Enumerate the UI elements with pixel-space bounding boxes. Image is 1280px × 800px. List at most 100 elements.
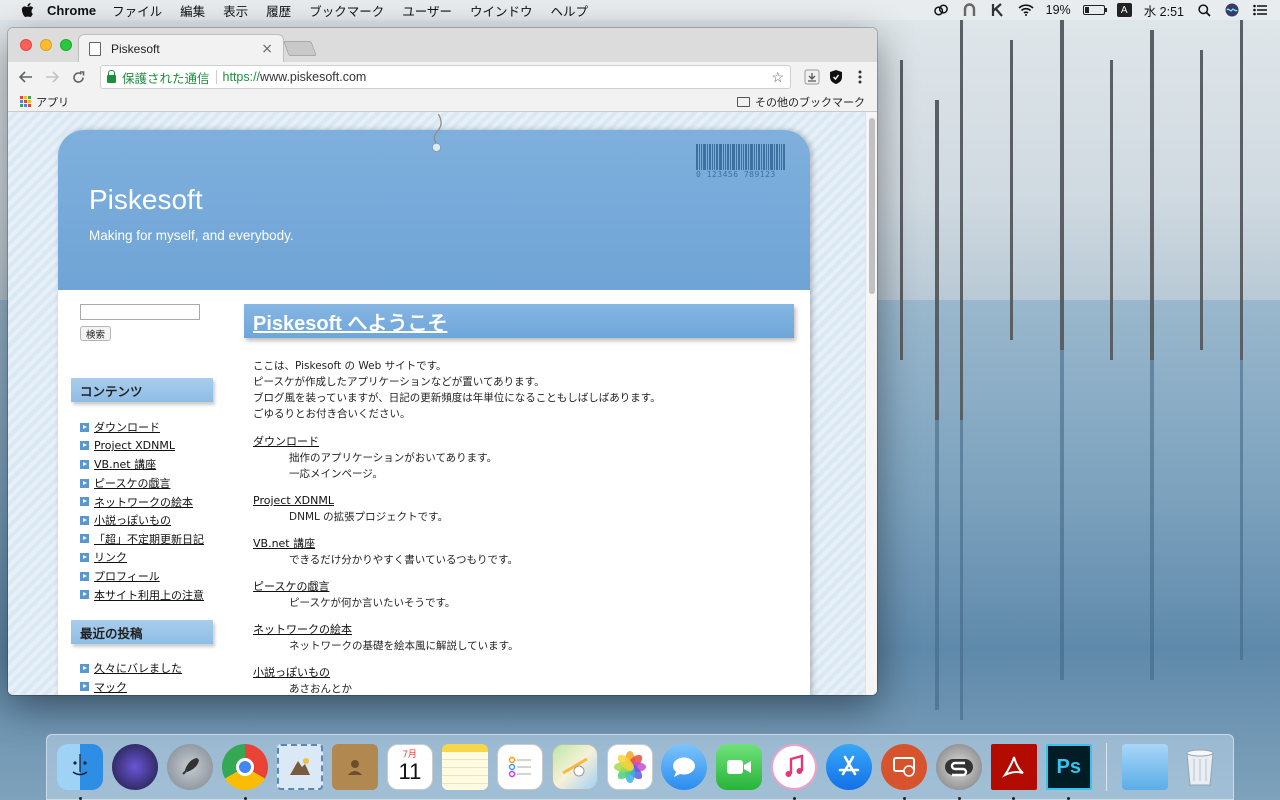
dock: 7月 11 Ps	[46, 734, 1234, 800]
dock-launchpad[interactable]	[165, 742, 216, 793]
menu-view[interactable]: 表示	[223, 1, 248, 20]
welcome-link[interactable]: Piskesoft へようこそ	[253, 307, 447, 336]
dock-maps[interactable]	[549, 742, 600, 793]
address-bar[interactable]: 保護された通信 https://www.piskesoft.com ☆	[100, 65, 791, 89]
new-tab-button[interactable]	[283, 41, 317, 56]
input-source-indicator[interactable]: A	[1116, 3, 1132, 17]
page-scrollbar[interactable]	[865, 112, 877, 695]
section-link[interactable]: 小説っぽいもの	[253, 665, 519, 681]
chrome-menu-icon[interactable]	[851, 68, 869, 86]
dock-calendar[interactable]: 7月 11	[384, 742, 435, 793]
barcode-decoration: 0 123456 789123	[696, 144, 796, 179]
sidebar-link[interactable]: ネットワークの絵本	[94, 494, 193, 510]
dock-finder[interactable]	[55, 742, 106, 800]
menu-user[interactable]: ユーザー	[402, 1, 452, 20]
dock-app-store[interactable]	[824, 742, 875, 793]
list-item[interactable]: 小説っぽいもの	[80, 511, 204, 530]
dock-downloads-folder[interactable]	[1119, 742, 1170, 793]
list-item[interactable]: 久々にバレました	[80, 659, 182, 678]
menu-help[interactable]: ヘルプ	[550, 1, 588, 20]
creative-cloud-icon[interactable]	[933, 3, 950, 17]
notification-center-icon[interactable]	[1252, 3, 1268, 17]
sidebar-link[interactable]: 小説っぽいもの	[94, 512, 171, 528]
list-item[interactable]: Project XDNML	[80, 437, 204, 456]
sidebar-link[interactable]: 「超」不定期更新日記	[94, 531, 204, 547]
list-item[interactable]: VB.net 講座	[80, 455, 204, 474]
dock-messages[interactable]	[659, 742, 710, 793]
dock-acrobat[interactable]	[988, 742, 1039, 800]
remote-desktop-icon	[881, 744, 928, 790]
reload-button[interactable]	[68, 67, 88, 87]
list-item[interactable]: 本サイト利用上の注意	[80, 585, 204, 604]
list-item[interactable]: リンク	[80, 548, 204, 567]
bookmark-star-icon[interactable]: ☆	[771, 69, 784, 86]
section-link[interactable]: ダウンロード	[253, 434, 519, 450]
close-window-button[interactable]	[20, 39, 32, 51]
section-link[interactable]: VB.net 講座	[253, 536, 519, 552]
sidebar-link[interactable]: VB.net 講座	[94, 456, 156, 472]
intro-line: ピースケが作成したアプリケーションなどが置いてあります。	[253, 376, 545, 388]
facetime-camera-icon	[716, 744, 763, 790]
photos-icon	[606, 744, 653, 790]
section-link[interactable]: ピースケの戯言	[253, 579, 519, 595]
battery-icon[interactable]	[1082, 5, 1107, 15]
list-item[interactable]: ダウンロード	[80, 418, 204, 437]
wifi-icon[interactable]	[1018, 3, 1034, 17]
back-button[interactable]	[16, 67, 36, 87]
sidebar-link[interactable]: ダウンロード	[94, 419, 160, 435]
list-item[interactable]: ネットワークの絵本	[80, 492, 204, 511]
siri-icon[interactable]	[1224, 3, 1240, 17]
bookmark-apps[interactable]: アプリ	[36, 94, 69, 110]
dock-facetime[interactable]	[714, 742, 765, 793]
section-link[interactable]: Project XDNML	[253, 493, 519, 509]
dock-notes[interactable]	[439, 742, 490, 793]
list-item[interactable]: 「超」不定期更新日記	[80, 530, 204, 549]
tab-close-icon[interactable]: ×	[261, 41, 273, 57]
dock-itunes[interactable]	[769, 742, 820, 800]
sidebar-link[interactable]: リンク	[94, 549, 127, 565]
scrollbar-thumb[interactable]	[869, 118, 875, 294]
download-extension-icon[interactable]	[803, 68, 821, 86]
menu-clock[interactable]: 水 2:51	[1144, 1, 1184, 20]
recent-post-link[interactable]: 久々にバレました	[94, 660, 182, 676]
menu-bookmarks[interactable]: ブックマーク	[309, 1, 384, 20]
list-item[interactable]: ピースケの戯言	[80, 474, 204, 493]
list-item[interactable]: マック	[80, 678, 182, 695]
site-search-button[interactable]: 検索	[80, 326, 111, 341]
other-bookmarks[interactable]: その他のブックマーク	[737, 94, 865, 110]
menu-file[interactable]: ファイル	[112, 1, 162, 20]
dock-mail[interactable]	[275, 742, 326, 793]
site-search-input[interactable]	[80, 304, 200, 320]
dock-scansnap[interactable]	[934, 742, 985, 800]
k-app-icon[interactable]	[990, 3, 1006, 17]
menu-app-name[interactable]: Chrome	[47, 3, 96, 18]
sidebar-link[interactable]: 本サイト利用上の注意	[94, 587, 204, 603]
menu-window[interactable]: ウインドウ	[470, 1, 533, 20]
dock-contacts[interactable]	[330, 742, 381, 793]
dock-trash[interactable]	[1174, 742, 1225, 793]
sidebar-link[interactable]: Project XDNML	[94, 439, 175, 452]
zoom-window-button[interactable]	[60, 39, 72, 51]
section-link[interactable]: ネットワークの絵本	[253, 622, 519, 638]
apple-menu-icon[interactable]	[19, 2, 35, 18]
battery-percent[interactable]: 19%	[1046, 3, 1071, 17]
sidebar-link[interactable]: プロフィール	[94, 568, 160, 584]
dock-chrome[interactable]	[220, 742, 271, 800]
dock-photos[interactable]	[604, 742, 655, 793]
dock-photoshop[interactable]: Ps	[1043, 742, 1094, 800]
tab-piskesoft[interactable]: Piskesoft ×	[78, 34, 284, 62]
recent-post-link[interactable]: マック	[94, 679, 127, 695]
sidebar-link[interactable]: ピースケの戯言	[94, 475, 170, 491]
shield-extension-icon[interactable]	[827, 68, 845, 86]
forward-button[interactable]	[42, 67, 62, 87]
dock-reminders[interactable]	[494, 742, 545, 793]
menu-history[interactable]: 履歴	[266, 1, 291, 20]
menu-edit[interactable]: 編集	[180, 1, 205, 20]
dock-siri[interactable]	[110, 742, 161, 793]
spotlight-search-icon[interactable]	[1196, 3, 1212, 17]
list-item[interactable]: プロフィール	[80, 567, 204, 586]
arch-icon[interactable]	[962, 3, 978, 17]
site-title[interactable]: Piskesoft	[89, 184, 203, 216]
dock-remote-desktop[interactable]	[879, 742, 930, 800]
minimize-window-button[interactable]	[40, 39, 52, 51]
